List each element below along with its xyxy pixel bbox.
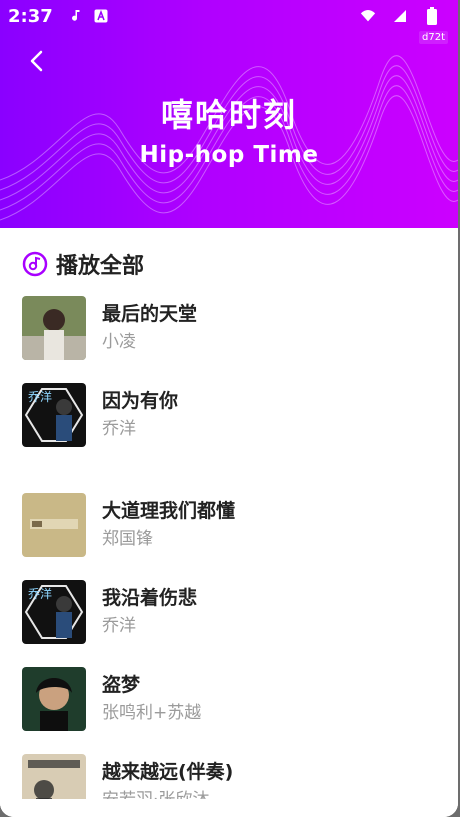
song-title: 越来越远(伴奏) — [102, 761, 234, 784]
debug-tag: d72t — [419, 31, 448, 44]
album-cover — [22, 667, 86, 731]
song-artist: 张鸣利+苏越 — [102, 703, 202, 724]
song-artist: 小凌 — [102, 332, 136, 353]
play-all-button[interactable]: 播放全部 — [22, 248, 144, 280]
album-cover — [22, 493, 86, 557]
music-note-icon — [67, 8, 83, 24]
song-item[interactable]: 最后的天堂 小凌 — [22, 296, 442, 360]
keyboard-a-icon — [93, 8, 109, 24]
play-all-label: 播放全部 — [56, 254, 145, 279]
svg-text:乔洋: 乔洋 — [28, 586, 52, 601]
wifi-icon — [360, 8, 376, 24]
song-item[interactable]: 乔洋 我沿着伤悲 乔洋 — [22, 580, 442, 644]
bottom-mask — [0, 799, 458, 817]
album-cover — [22, 296, 86, 360]
status-bar: 2:37 — [0, 0, 458, 32]
song-title: 因为有你 — [102, 390, 179, 413]
album-cover: 乔洋 — [22, 580, 86, 644]
back-button[interactable] — [24, 48, 50, 74]
song-artist: 乔洋 — [102, 419, 136, 440]
song-artist: 郑国锋 — [102, 529, 153, 550]
status-time: 2:37 — [8, 5, 53, 27]
svg-text:乔洋: 乔洋 — [28, 389, 52, 404]
battery-icon — [424, 7, 440, 25]
song-artist: 乔洋 — [102, 616, 136, 637]
song-title: 最后的天堂 — [102, 303, 198, 326]
signal-icon — [392, 8, 408, 24]
song-list-panel: 播放全部 最后的天堂 小凌 乔洋 因为有你 乔洋 大道理我们都懂 郑国锋 乔洋 … — [0, 228, 458, 817]
song-title: 我沿着伤悲 — [102, 587, 198, 610]
song-item[interactable]: 盗梦 张鸣利+苏越 — [22, 667, 442, 731]
page-title-cn: 嘻哈时刻 — [160, 96, 297, 134]
page-title-en: Hip-hop Time — [139, 142, 319, 168]
header-banner: 2:37 d72t 嘻哈时刻 Hip-hop Time — [0, 0, 458, 228]
song-item[interactable]: 乔洋 因为有你 乔洋 — [22, 383, 442, 447]
song-title: 盗梦 — [102, 674, 141, 697]
play-circle-icon — [22, 251, 48, 277]
song-item[interactable]: 大道理我们都懂 郑国锋 — [22, 493, 442, 557]
chevron-left-icon — [30, 50, 43, 72]
app-window: 2:37 d72t 嘻哈时刻 Hip-hop Time 播放全部 最后的天堂 小… — [0, 0, 458, 817]
album-cover: 乔洋 — [22, 383, 86, 447]
song-title: 大道理我们都懂 — [102, 500, 236, 523]
